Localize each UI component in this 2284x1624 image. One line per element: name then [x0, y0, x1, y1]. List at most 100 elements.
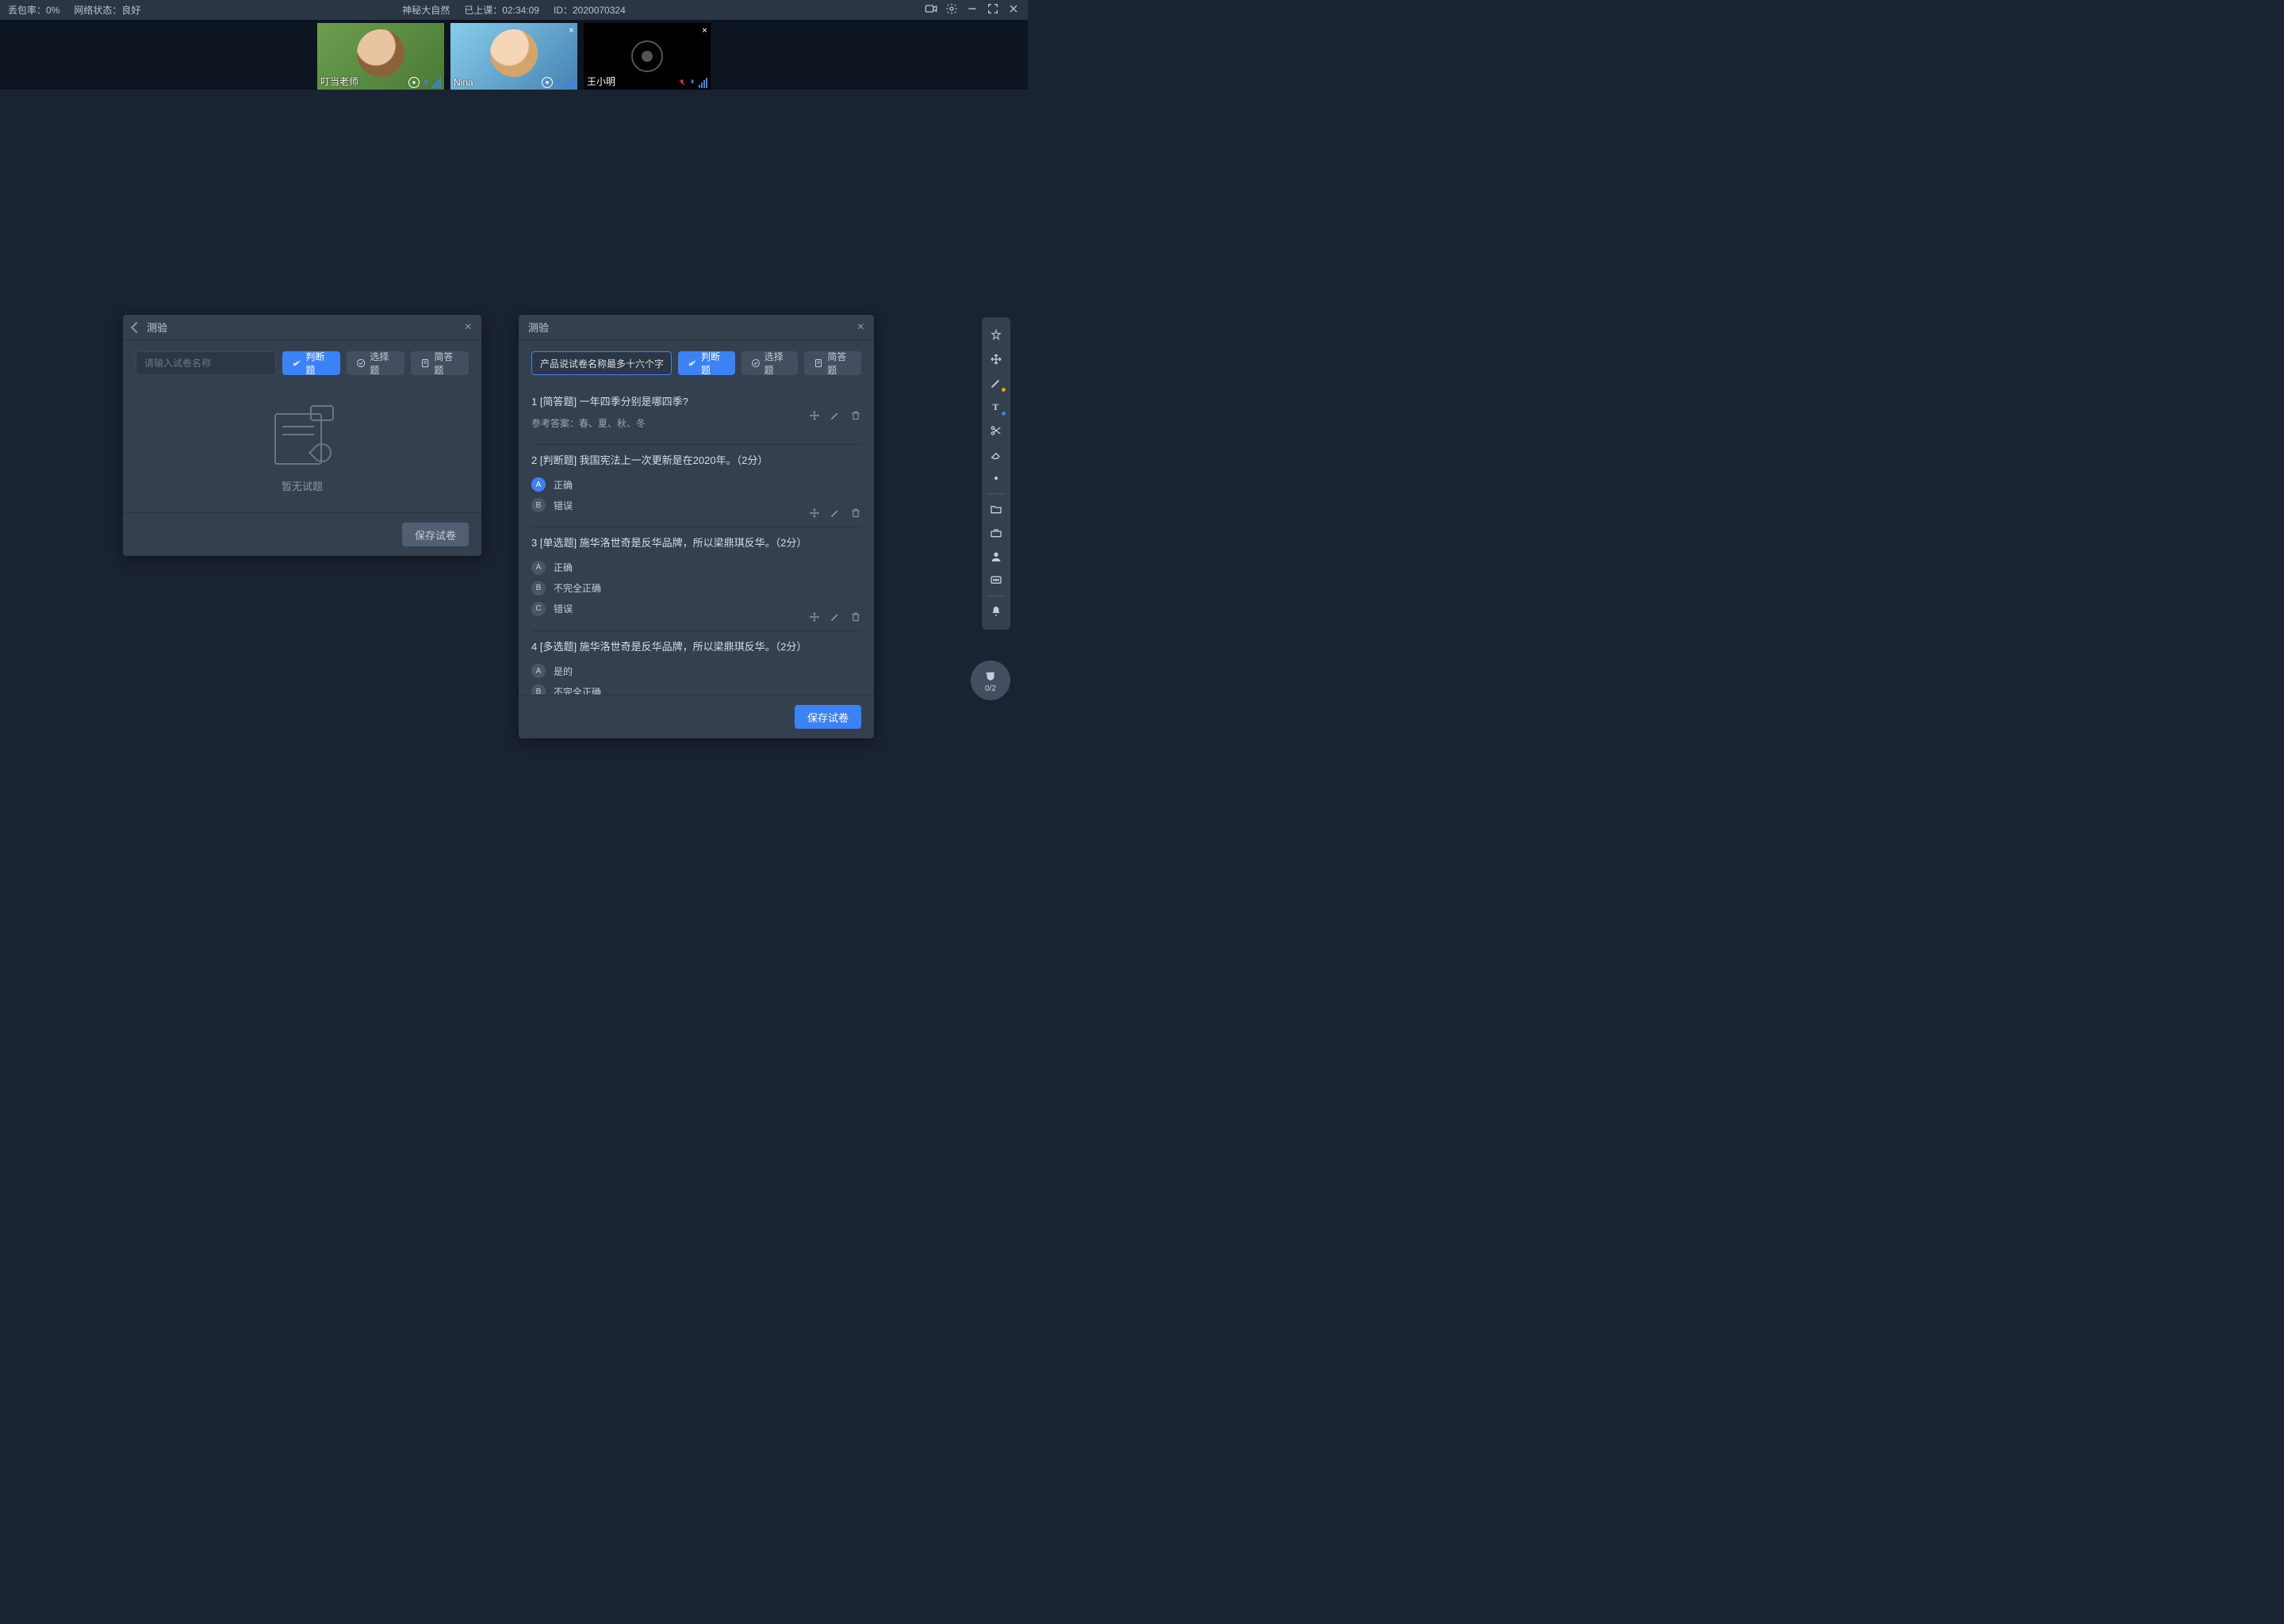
close-window-icon[interactable] — [1007, 2, 1020, 17]
minimize-icon[interactable] — [966, 2, 979, 17]
question-block: 4 [多选题] 施华洛世奇是反华品牌，所以梁鼎琪反华。（2分） A 是的 B 不… — [531, 631, 861, 695]
choice-icon — [751, 358, 761, 369]
save-quiz-button[interactable]: 保存试卷 — [795, 705, 861, 729]
question-title: 3 [单选题] 施华洛世奇是反华品牌，所以梁鼎琪反华。（2分） — [531, 535, 861, 551]
tool-text-icon[interactable]: T — [982, 395, 1010, 419]
video-tile-student[interactable]: × Nina — [450, 23, 577, 90]
option-letter: A — [531, 664, 546, 678]
save-quiz-button[interactable]: 保存试卷 — [402, 523, 469, 546]
panel-toolbar: 判断题 选择题 简答题 — [123, 340, 481, 386]
svg-text:T: T — [992, 401, 998, 412]
packet-loss-label: 丢包率：0% — [8, 3, 59, 17]
hand-icon — [983, 668, 998, 683]
tool-scissors-icon[interactable] — [982, 419, 1010, 442]
tool-toolbox-icon[interactable] — [982, 521, 1010, 545]
option-letter: A — [531, 477, 546, 492]
option-letter: B — [531, 581, 546, 596]
delete-icon[interactable] — [850, 410, 861, 421]
session-id: ID：2020070324 — [554, 3, 626, 17]
chip-choice[interactable]: 选择题 — [742, 351, 799, 375]
chip-judgement[interactable]: 判断题 — [678, 351, 735, 375]
chip-choice[interactable]: 选择题 — [347, 351, 404, 375]
tool-move-icon[interactable] — [982, 347, 1010, 371]
shortanswer-icon — [814, 358, 823, 369]
tool-brightness-icon[interactable] — [982, 466, 1010, 490]
tool-folder-icon[interactable] — [982, 497, 1010, 521]
right-toolbar: T — [982, 317, 1010, 630]
video-name: Nina — [454, 77, 473, 88]
video-tile-teacher[interactable]: 叮当老师 — [317, 23, 444, 90]
judgement-icon — [292, 358, 301, 369]
tool-person-icon[interactable] — [982, 545, 1010, 569]
back-icon[interactable] — [131, 321, 142, 332]
mic-icon — [555, 77, 563, 88]
mic-muted-icon — [678, 77, 686, 88]
tool-pen-icon[interactable] — [982, 371, 1010, 395]
question-option[interactable]: B 不完全正确 — [531, 681, 861, 695]
chip-shortanswer[interactable]: 简答题 — [411, 351, 469, 375]
award-icon — [408, 77, 420, 88]
question-list[interactable]: 1 [简答题] 一年四季分别是哪四季?参考答案：春、夏、秋、冬 2 [判断题] … — [519, 386, 874, 695]
panel-footer: 保存试卷 — [519, 695, 874, 738]
panel-footer: 保存试卷 — [123, 512, 481, 556]
move-icon[interactable] — [809, 410, 820, 421]
quiz-panel-empty: 测验 × 判断题 选择题 简答题 暂无试题 — [123, 315, 481, 556]
choice-icon — [356, 358, 366, 369]
delete-icon[interactable] — [850, 611, 861, 622]
option-text: 不完全正确 — [554, 581, 601, 595]
question-option[interactable]: A 正确 — [531, 557, 861, 578]
question-actions — [809, 508, 861, 519]
move-icon[interactable] — [809, 508, 820, 519]
tool-chat-icon[interactable] — [982, 569, 1010, 592]
tool-bell-icon[interactable] — [982, 599, 1010, 623]
question-option[interactable]: A 是的 — [531, 661, 861, 681]
question-block: 3 [单选题] 施华洛世奇是反华品牌，所以梁鼎琪反华。（2分） A 正确 B 不… — [531, 527, 861, 631]
panel-toolbar: 判断题 选择题 简答题 — [519, 340, 874, 386]
move-icon[interactable] — [809, 611, 820, 622]
panel-title: 测验 — [147, 320, 167, 335]
quiz-name-input[interactable] — [531, 351, 672, 375]
elapsed-time: 已上课：02:34:09 — [464, 3, 539, 17]
quiz-panel-filled: 测验 × 判断题 选择题 简答题 1 [简答题] 一年四季分别是哪四季?参考答案… — [519, 315, 874, 738]
camera-off-icon — [631, 40, 663, 72]
question-option[interactable]: A 正确 — [531, 474, 861, 495]
question-option[interactable]: B 不完全正确 — [531, 578, 861, 599]
option-text: 错误 — [554, 602, 573, 615]
panel-title: 测验 — [528, 320, 549, 335]
chip-judgement[interactable]: 判断题 — [282, 351, 340, 375]
edit-icon[interactable] — [830, 410, 841, 421]
empty-text: 暂无试题 — [282, 478, 323, 493]
remove-participant-icon[interactable]: × — [702, 25, 707, 36]
quiz-name-input[interactable] — [136, 351, 276, 375]
delete-icon[interactable] — [850, 508, 861, 519]
shortanswer-icon — [420, 358, 430, 369]
edit-icon[interactable] — [830, 508, 841, 519]
tool-cursor-icon[interactable] — [982, 324, 1010, 347]
camera-toggle-icon[interactable] — [925, 2, 937, 17]
close-icon[interactable]: × — [857, 320, 864, 335]
tool-eraser-icon[interactable] — [982, 442, 1010, 466]
option-letter: B — [531, 498, 546, 512]
empty-state: 暂无试题 — [123, 386, 481, 512]
judgement-icon — [688, 358, 697, 369]
volume-bars-icon — [699, 78, 707, 88]
close-icon[interactable]: × — [465, 320, 472, 335]
question-actions — [809, 410, 861, 421]
raise-hand-badge[interactable]: 0/2 — [971, 661, 1010, 700]
question-block: 1 [简答题] 一年四季分别是哪四季?参考答案：春、夏、秋、冬 — [531, 386, 861, 445]
option-letter: C — [531, 602, 546, 616]
class-name: 神秘大自然 — [402, 3, 450, 17]
option-text: 错误 — [554, 499, 573, 512]
chip-shortanswer[interactable]: 简答题 — [804, 351, 861, 375]
hand-count: 0/2 — [985, 684, 996, 693]
question-block: 2 [判断题] 我国宪法上一次更新是在2020年。（2分） A 正确 B 错误 — [531, 445, 861, 528]
option-text: 正确 — [554, 478, 573, 492]
option-text: 是的 — [554, 665, 573, 678]
video-tile-camera-off[interactable]: × 王小明 — [584, 23, 711, 90]
option-text: 不完全正确 — [554, 685, 601, 695]
settings-icon[interactable] — [945, 2, 958, 17]
edit-icon[interactable] — [830, 611, 841, 622]
panel-header: 测验 × — [519, 315, 874, 340]
fullscreen-icon[interactable] — [987, 2, 999, 17]
remove-participant-icon[interactable]: × — [569, 25, 574, 36]
